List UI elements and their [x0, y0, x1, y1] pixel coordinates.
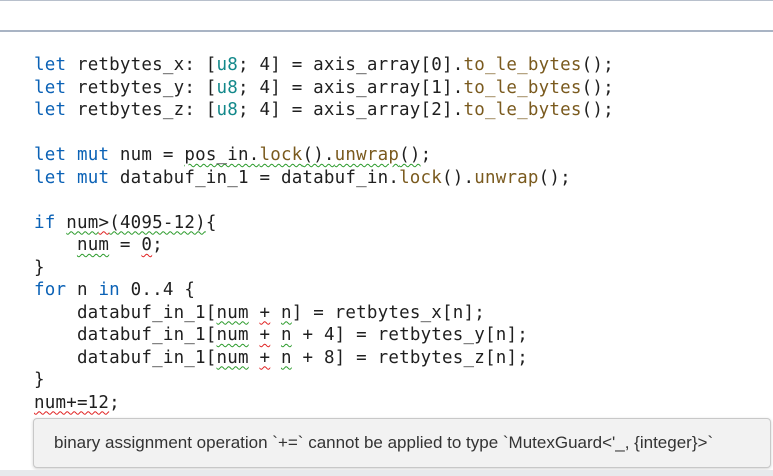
code-line[interactable]: num = 0; — [34, 234, 614, 257]
code-token: + — [259, 325, 271, 345]
code-token: (4095-12) — [109, 212, 206, 233]
code-token: u8 — [216, 55, 239, 75]
code-token: (); — [581, 55, 614, 75]
code-token: num+=12 — [34, 392, 110, 413]
code-token: + 8] = retbytes_z[n]; — [291, 347, 528, 368]
code-token: (). — [442, 167, 475, 188]
code-line[interactable] — [34, 122, 614, 145]
code-token: retbytes_x: [ — [66, 55, 217, 75]
code-token: (). — [302, 145, 335, 165]
code-token: in — [98, 280, 120, 300]
code-line[interactable] — [34, 189, 614, 212]
code-line[interactable]: num+=12; — [34, 392, 614, 415]
code-token: retbytes_y: [ — [66, 77, 217, 98]
editor-top-bar — [0, 0, 773, 32]
code-token: databuf_in_1[ — [34, 325, 217, 345]
code-token: u8 — [216, 100, 239, 120]
code-token: > — [98, 212, 110, 233]
code-token: let — [34, 167, 67, 188]
code-token: ; — [152, 235, 163, 255]
code-token: let — [34, 145, 67, 165]
code-line[interactable]: for n in 0..4 { — [34, 279, 614, 302]
code-token: n — [280, 302, 292, 323]
code-token: u8 — [216, 77, 239, 98]
code-token: = — [109, 235, 142, 255]
code-line[interactable]: let mut databuf_in_1 = databuf_in.lock()… — [34, 167, 614, 190]
code-token: mut — [76, 167, 110, 188]
code-line[interactable]: databuf_in_1[num + n + 4] = retbytes_y[n… — [34, 324, 614, 347]
code-token: () — [399, 145, 421, 165]
code-token: num — [66, 212, 99, 233]
code-token: let — [34, 77, 67, 98]
code-token: (); — [581, 77, 614, 98]
code-token: databuf_in_1[ — [34, 347, 217, 368]
code-token: n — [66, 280, 99, 300]
code-token: to_le_bytes — [463, 100, 582, 120]
code-token: num — [216, 325, 249, 345]
code-token: pos_in. — [184, 145, 260, 165]
code-token: if — [34, 212, 56, 233]
code-token: databuf_in_1[ — [34, 302, 217, 323]
code-token: for — [34, 280, 67, 300]
code-token: num — [216, 347, 249, 368]
code-line[interactable]: let retbytes_x: [u8; 4] = axis_array[0].… — [34, 54, 614, 77]
code-token: lock — [399, 167, 443, 188]
code-token: + — [259, 302, 271, 323]
code-token: let — [34, 100, 67, 120]
code-token: unwrap — [334, 145, 400, 165]
code-line[interactable]: let retbytes_z: [u8; 4] = axis_array[2].… — [34, 99, 614, 122]
code-token: } — [34, 257, 45, 278]
code-token: to_le_bytes — [463, 55, 582, 75]
code-token: ; 4] = axis_array[1]. — [238, 77, 464, 98]
code-token: retbytes_z: [ — [66, 100, 217, 120]
code-line[interactable]: let mut num = pos_in.lock().unwrap(); — [34, 144, 614, 167]
code-token: num — [216, 302, 249, 323]
code-token: n — [280, 325, 292, 345]
code-token: mut — [76, 145, 110, 165]
code-token: unwrap — [474, 167, 539, 188]
code-token: 0 — [141, 235, 153, 255]
error-message: binary assignment operation `+=` cannot … — [54, 433, 714, 452]
code-token: databuf_in_1 = databuf_in. — [109, 167, 400, 188]
code-token: num = — [109, 145, 185, 165]
editor-bottom-bar — [0, 470, 773, 476]
code-token: n — [280, 347, 292, 368]
code-token: + — [259, 347, 271, 368]
code-block[interactable]: let retbytes_x: [u8; 4] = axis_array[0].… — [34, 54, 614, 414]
code-token: 0..4 { — [119, 280, 196, 300]
code-token: + 4] = retbytes_y[n]; — [291, 325, 528, 345]
code-token: ; 4] = axis_array[2]. — [238, 100, 464, 120]
error-tooltip: binary assignment operation `+=` cannot … — [33, 418, 771, 468]
code-token: num — [76, 235, 110, 255]
code-token: (); — [538, 167, 571, 188]
code-token: ; — [109, 392, 120, 413]
code-line[interactable]: databuf_in_1[num + n + 8] = retbytes_z[n… — [34, 347, 614, 370]
code-token: ; 4] = axis_array[0]. — [238, 55, 464, 75]
code-token: ] = retbytes_x[n]; — [291, 302, 485, 323]
code-token: ; — [420, 145, 432, 165]
code-token: let — [34, 55, 67, 75]
code-line[interactable]: } — [34, 369, 614, 392]
code-token: (); — [581, 100, 614, 120]
code-line[interactable]: let retbytes_y: [u8; 4] = axis_array[1].… — [34, 77, 614, 100]
code-line[interactable]: } — [34, 257, 614, 280]
code-token: { — [205, 212, 217, 233]
code-line[interactable]: if num>(4095-12){ — [34, 212, 614, 235]
code-token: } — [34, 370, 45, 390]
code-token: lock — [259, 145, 303, 165]
code-token: to_le_bytes — [463, 77, 582, 98]
code-line[interactable]: databuf_in_1[num + n] = retbytes_x[n]; — [34, 302, 614, 325]
